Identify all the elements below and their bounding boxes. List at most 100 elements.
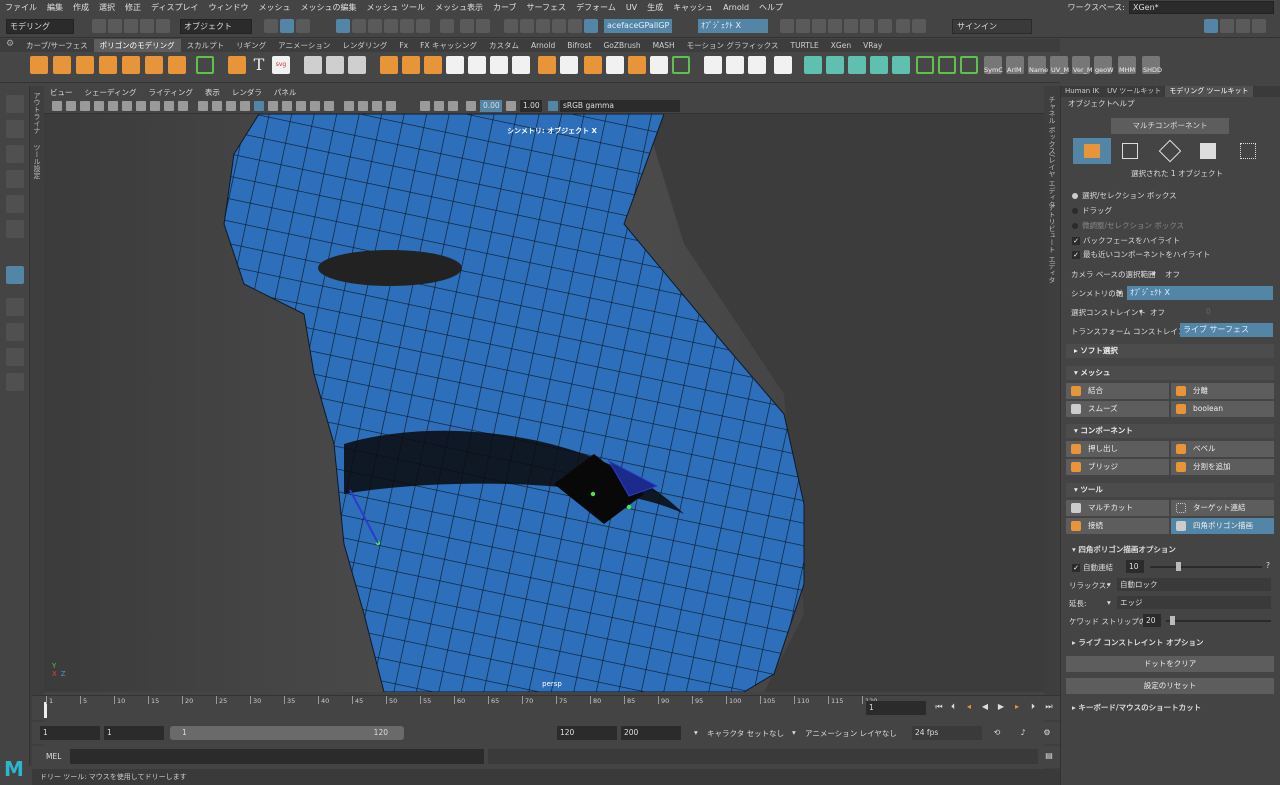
motion-blur-icon[interactable]: [296, 101, 306, 111]
play-icon[interactable]: [878, 19, 892, 33]
modeling-toolkit-toggle-icon[interactable]: [1204, 19, 1218, 33]
xray-components-icon[interactable]: [386, 101, 396, 111]
quad-draw-button[interactable]: 四角ポリゴン描画: [1171, 518, 1274, 534]
history-icon[interactable]: [476, 19, 490, 33]
gamma-icon[interactable]: [434, 101, 444, 111]
input-ops-icon[interactable]: [440, 19, 454, 33]
step-back-key-icon[interactable]: ⏴: [948, 702, 958, 712]
color-mgmt-icon[interactable]: [448, 101, 458, 111]
quad-draw-options-header[interactable]: ▾ 四角ポリゴン描画オプション: [1072, 544, 1176, 555]
wire-on-shaded-icon[interactable]: [226, 101, 236, 111]
mash-icon[interactable]: [304, 56, 322, 74]
type-tool-icon[interactable]: T: [250, 56, 268, 74]
sew-uv-icon[interactable]: [960, 56, 978, 74]
menu-mesh-display[interactable]: メッシュ表示: [430, 0, 488, 15]
add-divisions-button[interactable]: 分割を追加: [1171, 459, 1274, 475]
channel-box-toggle-icon[interactable]: [1252, 19, 1266, 33]
menu-surfaces[interactable]: サーフェス: [522, 0, 572, 15]
play-back-icon[interactable]: ◀: [980, 702, 990, 712]
placer-icon[interactable]: [348, 56, 366, 74]
redo-icon[interactable]: [156, 19, 170, 33]
connect-button[interactable]: 接続: [1066, 518, 1169, 534]
script-editor-icon[interactable]: ▤: [1044, 751, 1054, 761]
shelf-tab-mash[interactable]: MASH: [647, 39, 681, 52]
shelf-tab-xgen[interactable]: XGen: [825, 39, 857, 52]
current-time-marker[interactable]: [44, 702, 47, 718]
signin-button[interactable]: サインイン: [952, 19, 1032, 34]
strip-width-slider[interactable]: [1166, 620, 1271, 622]
viewport[interactable]: シンメトリ: オブジェクト X persp YXZ: [44, 114, 1060, 692]
shelf-gear-icon[interactable]: ⚙: [6, 39, 16, 52]
save-scene-icon[interactable]: [124, 19, 138, 33]
gamma-reset-icon[interactable]: [506, 101, 516, 111]
anim-prefs-icon[interactable]: ⚙: [1042, 728, 1052, 738]
construction-icon[interactable]: [504, 19, 518, 33]
component-section[interactable]: ▾ コンポーネント: [1066, 424, 1274, 438]
dof-icon[interactable]: [324, 101, 334, 111]
menu-deform[interactable]: デフォーム: [571, 0, 621, 15]
menu-edit[interactable]: 編集: [42, 0, 68, 15]
start-time-field[interactable]: 1: [40, 726, 100, 740]
open-scene-icon[interactable]: [108, 19, 122, 33]
smooth-button[interactable]: スムーズ: [1066, 401, 1169, 417]
textured-icon[interactable]: [240, 101, 250, 111]
radio-select-box[interactable]: 選択/セレクション ボックス: [1072, 190, 1177, 201]
super-shape-icon[interactable]: [228, 56, 246, 74]
menu-select[interactable]: 選択: [94, 0, 120, 15]
cut-uv-icon[interactable]: [938, 56, 956, 74]
exposure-reset-icon[interactable]: [466, 101, 476, 111]
safe-action-icon[interactable]: [178, 101, 188, 111]
grid-icon[interactable]: [108, 101, 118, 111]
snap-vertex-icon[interactable]: [416, 19, 430, 33]
clear-dots-button[interactable]: ドットをクリア: [1066, 656, 1274, 672]
strip-width-value[interactable]: 20: [1143, 614, 1161, 627]
select-hierarchy-icon[interactable]: [264, 19, 278, 33]
transform-constraint-field[interactable]: ライブ サーフェス: [1180, 323, 1273, 337]
fill-hole-icon[interactable]: [606, 56, 624, 74]
tab-uv-toolkit[interactable]: UV ツールキット: [1103, 86, 1165, 97]
lasso-tool-icon[interactable]: [6, 120, 24, 138]
image-plane-icon[interactable]: [94, 101, 104, 111]
snap-curve-icon[interactable]: [352, 19, 366, 33]
ipr-icon[interactable]: [812, 19, 826, 33]
mirror-icon[interactable]: [490, 56, 508, 74]
planar-map-icon[interactable]: [804, 56, 822, 74]
menu-mesh-tools[interactable]: メッシュ ツール: [361, 0, 430, 15]
snap-grid-icon[interactable]: [336, 19, 350, 33]
auto-weld-slider[interactable]: [1150, 566, 1262, 568]
xray-icon[interactable]: [358, 101, 368, 111]
object-symmetry-field[interactable]: ｵﾌﾞｼﾞｪｸﾄ X: [698, 19, 768, 33]
reset-settings-button[interactable]: 設定のリセット: [1066, 678, 1274, 694]
menu-mesh[interactable]: メッシュ: [253, 0, 295, 15]
live-constraint-header[interactable]: ▸ ライブ コンストレイント オプション: [1072, 637, 1203, 648]
auto-weld-slider-handle[interactable]: [1176, 562, 1181, 571]
shelf-tab-gozbrush[interactable]: GoZBrush: [597, 39, 646, 52]
workspace-dropdown[interactable]: XGen*: [1129, 1, 1274, 14]
menu-edit-mesh[interactable]: メッシュの編集: [295, 0, 361, 15]
separate-button[interactable]: 分離: [1171, 383, 1274, 399]
spherical-map-icon[interactable]: [848, 56, 866, 74]
menu-help[interactable]: ヘルプ: [754, 0, 788, 15]
shelf-tab-motion-graphics[interactable]: モーション グラフィックス: [681, 39, 785, 52]
tool-settings-toggle-icon[interactable]: [1236, 19, 1250, 33]
selection-mode-dropdown[interactable]: オブジェクト: [180, 19, 252, 34]
camera-select-icon[interactable]: [52, 101, 62, 111]
tool-settings-tab[interactable]: ツール設定: [32, 144, 42, 179]
uv-editor-icon[interactable]: [774, 56, 792, 74]
wireframe-icon[interactable]: [198, 101, 208, 111]
bookmark-icon[interactable]: [80, 101, 90, 111]
pause-icon[interactable]: [912, 19, 926, 33]
magnet3-icon[interactable]: [552, 19, 566, 33]
attribute-editor-tab[interactable]: アトリビュート エディタ: [1047, 204, 1057, 283]
snap-surface-icon[interactable]: [400, 19, 414, 33]
attribute-editor-toggle-icon[interactable]: [1220, 19, 1234, 33]
extrude-icon[interactable]: [538, 56, 556, 74]
magnet-icon[interactable]: [520, 19, 534, 33]
panel-menu-lighting[interactable]: ライティング: [142, 86, 198, 99]
select-component-icon[interactable]: [296, 19, 310, 33]
play-forward-icon[interactable]: ▶: [996, 702, 1006, 712]
mtk-menu-object[interactable]: オブジェクト: [1068, 98, 1113, 109]
channel-box-tab[interactable]: チャネル ボックス/レイヤ エディタ: [1047, 96, 1057, 208]
menu-arnold[interactable]: Arnold: [718, 0, 754, 15]
tab-human-ik[interactable]: Human IK: [1061, 86, 1103, 97]
